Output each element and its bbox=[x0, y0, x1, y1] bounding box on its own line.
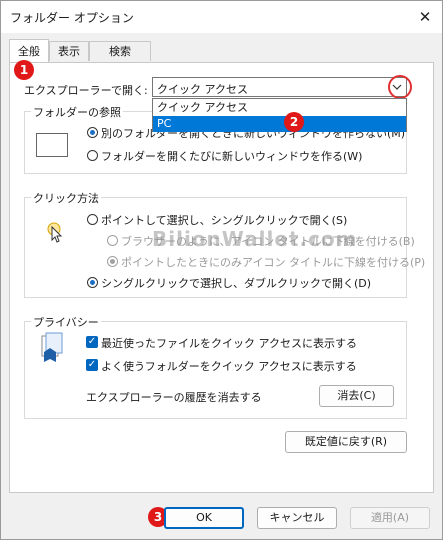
restore-defaults-button[interactable]: 既定値に戻す(R) bbox=[285, 431, 407, 453]
option-quick-access[interactable]: クイック アクセス bbox=[153, 100, 406, 116]
radio-underline-hover[interactable] bbox=[107, 256, 118, 267]
checkbox-frequent-folders[interactable]: ✓ bbox=[86, 359, 98, 371]
clear-history-button[interactable]: 消去(C) bbox=[319, 385, 394, 407]
folder-window-icon bbox=[36, 133, 68, 157]
close-icon[interactable]: ✕ bbox=[408, 1, 442, 33]
click-method-title: クリック方法 bbox=[31, 190, 101, 206]
tab-view[interactable]: 表示 bbox=[49, 41, 89, 61]
privacy-shield-icon bbox=[41, 332, 63, 362]
pointer-click-icon bbox=[47, 222, 63, 243]
highlight-ring bbox=[388, 75, 412, 99]
radio-single-click[interactable] bbox=[87, 214, 98, 225]
radio-new-window[interactable] bbox=[87, 150, 98, 161]
clear-history-label: エクスプローラーの履歴を消去する bbox=[86, 391, 262, 404]
open-explorer-value: クイック アクセス bbox=[157, 83, 248, 96]
recent-files-label: 最近使ったファイルをクイック アクセスに表示する bbox=[101, 337, 357, 350]
radio-same-window[interactable] bbox=[87, 127, 98, 138]
new-window-label: フォルダーを開くたびに新しいウィンドウを作る(W) bbox=[101, 150, 363, 163]
open-explorer-dropdown-list: クイック アクセス PC bbox=[152, 98, 407, 132]
step-badge-2: 2 bbox=[284, 112, 304, 132]
cancel-button[interactable]: キャンセル bbox=[257, 507, 337, 529]
frequent-folders-label: よく使うフォルダーをクイック アクセスに表示する bbox=[101, 360, 357, 373]
radio-underline-always[interactable] bbox=[107, 235, 118, 246]
tab-general[interactable]: 全般 bbox=[9, 39, 49, 62]
open-explorer-select[interactable]: クイック アクセス bbox=[152, 77, 407, 97]
option-pc[interactable]: PC bbox=[153, 116, 406, 132]
double-click-label: シングルクリックで選択し、ダブルクリックで開く(D) bbox=[101, 277, 372, 290]
browse-folders-title: フォルダーの参照 bbox=[31, 104, 123, 120]
ok-button[interactable]: OK bbox=[164, 507, 244, 529]
tab-search[interactable]: 検索 bbox=[89, 41, 151, 61]
open-explorer-label: エクスプローラーで開く: bbox=[24, 84, 148, 97]
underline-hover-label: ポイントしたときにのみアイコン タイトルに下線を付ける(P) bbox=[121, 256, 426, 269]
checkbox-recent-files[interactable]: ✓ bbox=[86, 336, 98, 348]
title-bar: フォルダー オプション ✕ bbox=[1, 1, 442, 33]
window-title: フォルダー オプション bbox=[10, 11, 134, 25]
single-click-label: ポイントして選択し、シングルクリックで開く(S) bbox=[101, 214, 348, 227]
apply-button[interactable]: 適用(A) bbox=[350, 507, 430, 529]
privacy-title: プライバシー bbox=[31, 314, 101, 330]
radio-double-click[interactable] bbox=[87, 277, 98, 288]
watermark: BilionWallet.com bbox=[152, 227, 358, 251]
step-badge-1: 1 bbox=[14, 60, 34, 80]
